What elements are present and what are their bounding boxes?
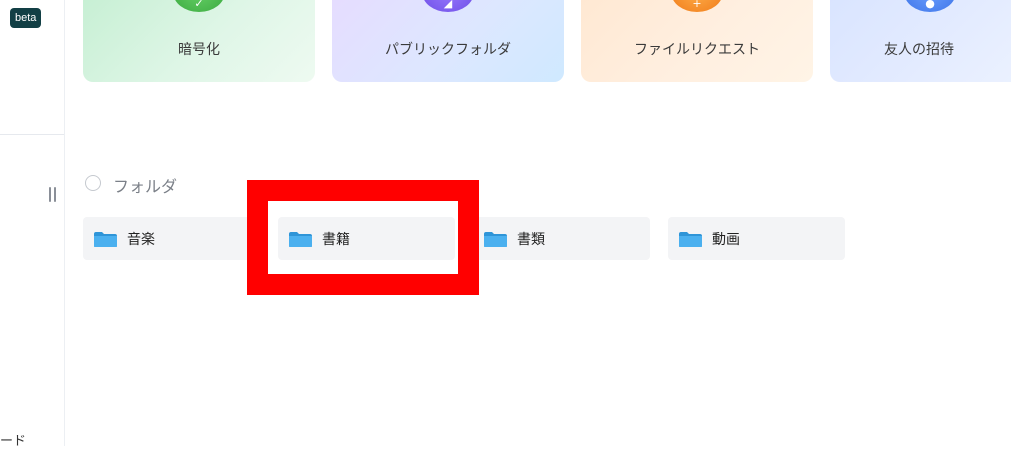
invite-user-icon: ● xyxy=(904,0,956,12)
file-request-card[interactable]: + ファイルリクエスト xyxy=(581,0,813,82)
sidebar-bottom-label[interactable]: ード xyxy=(0,430,26,449)
invite-friend-card[interactable]: ● 友人の招待 xyxy=(830,0,1011,82)
file-request-card-label: ファイルリクエスト xyxy=(634,42,760,58)
folder-icon xyxy=(289,232,312,247)
public-folder-card[interactable]: ◢ パブリックフォルダ xyxy=(332,0,564,82)
sidebar: beta ード xyxy=(0,0,65,449)
encrypt-card[interactable]: ✓ 暗号化 xyxy=(83,0,315,82)
sidebar-divider xyxy=(0,134,64,135)
folder-name: 音楽 xyxy=(127,232,155,248)
folder-icon xyxy=(484,232,507,247)
folder-name: 書籍 xyxy=(322,232,350,248)
folder-item-books[interactable]: 書籍 xyxy=(278,217,455,260)
select-all-folders-radio[interactable] xyxy=(85,175,101,191)
shield-check-icon: ✓ xyxy=(173,0,225,12)
folder-item-documents[interactable]: 書類 xyxy=(473,217,650,260)
public-folder-card-label: パブリックフォルダ xyxy=(385,42,511,58)
file-request-icon: + xyxy=(671,0,723,12)
folder-icon xyxy=(679,232,702,247)
folder-name: 書類 xyxy=(517,232,545,248)
share-folder-icon: ◢ xyxy=(422,0,474,12)
sidebar-collapse-handle-icon[interactable] xyxy=(48,187,57,203)
folder-item-music[interactable]: 音楽 xyxy=(83,217,260,260)
encrypt-card-label: 暗号化 xyxy=(178,42,220,58)
folders-section-title: フォルダ xyxy=(113,177,178,196)
invite-friend-card-label: 友人の招待 xyxy=(884,42,954,58)
folder-icon xyxy=(94,232,117,247)
folder-name: 動画 xyxy=(712,232,740,248)
folder-item-videos[interactable]: 動画 xyxy=(668,217,845,260)
beta-badge: beta xyxy=(10,8,42,28)
